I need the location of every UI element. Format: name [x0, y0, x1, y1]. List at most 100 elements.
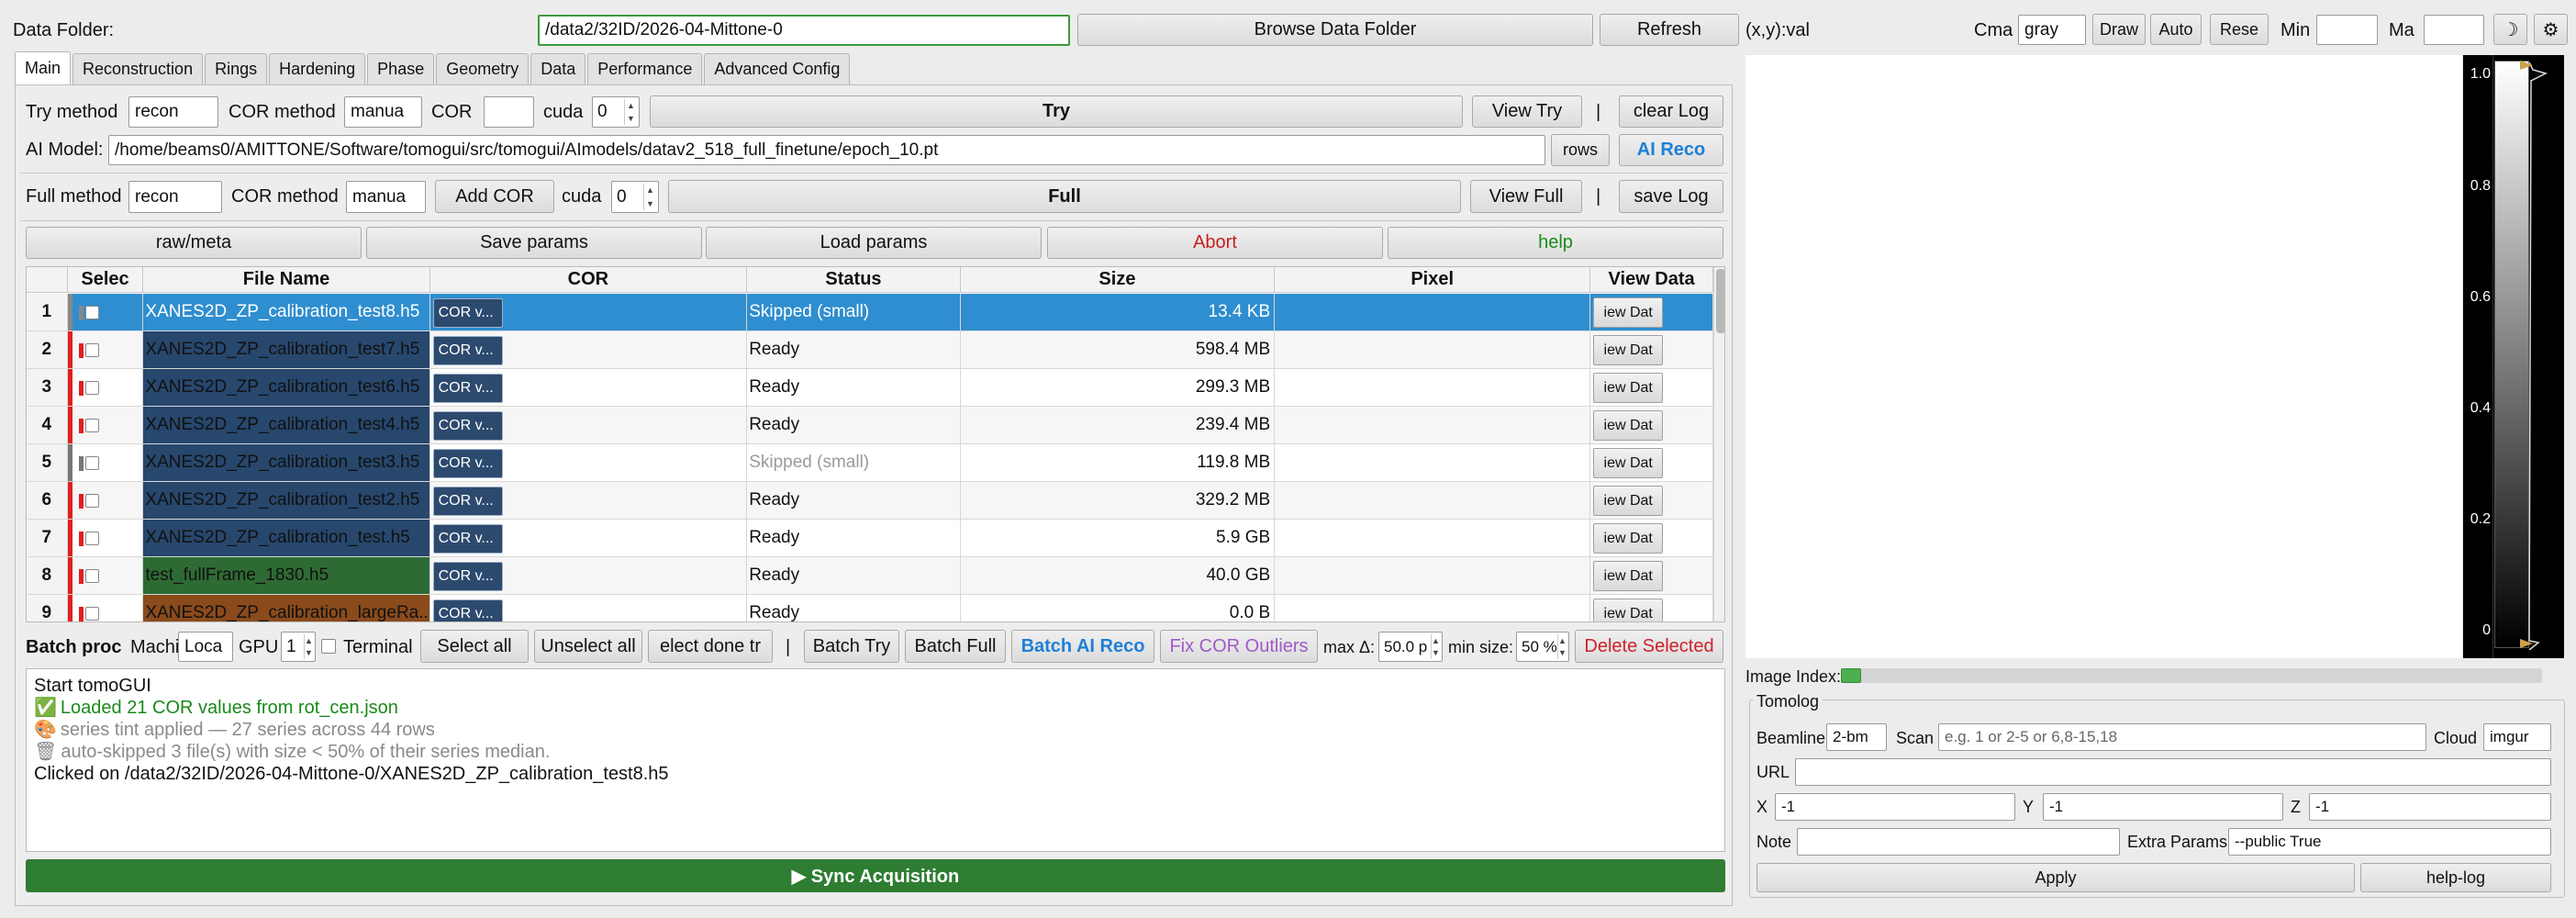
ai-model-browse-button[interactable]: rows	[1551, 134, 1610, 166]
delete-selected-button[interactable]: Delete Selected	[1575, 630, 1723, 663]
view-data-button[interactable]: iew Dat	[1593, 561, 1664, 591]
cor-view-button[interactable]: COR v...	[432, 599, 503, 621]
cor-view-button[interactable]: COR v...	[432, 298, 503, 328]
max-input[interactable]	[2424, 15, 2484, 45]
note-input[interactable]	[1797, 828, 2120, 856]
spin-arrows-icon[interactable]: ▲ ▼	[624, 99, 637, 125]
file-name-cell[interactable]: test_fullFrame_1830.h5	[143, 557, 430, 594]
file-name-cell[interactable]: XANES2D_ZP_calibration_test2.h5	[143, 482, 430, 519]
table-row[interactable]: 3 XANES2D_ZP_calibration_test6.h5 COR v...…	[27, 369, 1724, 407]
row-checkbox[interactable]	[84, 532, 99, 545]
table-row[interactable]: 2 XANES2D_ZP_calibration_test7.h5 COR v...…	[27, 331, 1724, 369]
settings-button[interactable]: ⚙	[2534, 14, 2568, 45]
column-header-view-data[interactable]: View Data	[1590, 267, 1713, 293]
help-button[interactable]: help	[1388, 227, 1723, 259]
select-all-button[interactable]: Select all	[420, 630, 529, 663]
save-params-button[interactable]: Save params	[366, 227, 702, 259]
apply-button[interactable]: Apply	[1756, 863, 2355, 892]
raw-meta-button[interactable]: raw/meta	[26, 227, 362, 259]
image-index-slider-handle[interactable]	[1841, 668, 1861, 683]
spin-arrows-icon[interactable]: ▲ ▼	[304, 634, 313, 659]
min-size-spinbox[interactable]: 50 % ▲ ▼	[1516, 632, 1569, 662]
row-checkbox[interactable]	[84, 607, 99, 621]
tab-main[interactable]: Main	[15, 51, 72, 84]
beamline-input[interactable]: 2-bm	[1826, 723, 1887, 751]
tab-advanced-config[interactable]: Advanced Config	[704, 53, 851, 84]
tab-hardening[interactable]: Hardening	[269, 53, 366, 84]
cor-view-button[interactable]: COR v...	[432, 487, 503, 516]
full-method-input[interactable]: recon	[128, 181, 222, 213]
view-data-button[interactable]: iew Dat	[1593, 410, 1664, 441]
table-row[interactable]: 4 XANES2D_ZP_calibration_test4.h5 COR v...…	[27, 407, 1724, 444]
view-data-button[interactable]: iew Dat	[1593, 523, 1664, 554]
cor-view-button[interactable]: COR v...	[432, 411, 503, 441]
spin-arrows-icon[interactable]: ▲ ▼	[1557, 634, 1567, 659]
refresh-button[interactable]: Refresh	[1600, 14, 1739, 46]
extra-params-input[interactable]: --public True	[2228, 828, 2551, 856]
column-header-size[interactable]: Size	[960, 267, 1276, 293]
ai-reco-button[interactable]: AI Reco	[1619, 134, 1723, 166]
reset-button[interactable]: Rese	[2210, 14, 2269, 45]
unselect-all-button[interactable]: Unselect all	[534, 630, 642, 663]
view-data-button[interactable]: iew Dat	[1593, 373, 1664, 403]
file-name-cell[interactable]: XANES2D_ZP_calibration_test6.h5	[143, 369, 430, 406]
cor-view-button[interactable]: COR v...	[432, 449, 503, 478]
tab-rings[interactable]: Rings	[205, 53, 268, 84]
help-log-button[interactable]: help-log	[2360, 863, 2551, 892]
view-data-button[interactable]: iew Dat	[1593, 297, 1664, 328]
auto-button[interactable]: Auto	[2150, 14, 2202, 45]
try-button[interactable]: Try	[650, 95, 1463, 128]
table-row[interactable]: 5 XANES2D_ZP_calibration_test3.h5 COR v...…	[27, 444, 1724, 482]
view-data-button[interactable]: iew Dat	[1593, 448, 1664, 478]
view-data-button[interactable]: iew Dat	[1593, 599, 1664, 621]
file-name-cell[interactable]: XANES2D_ZP_calibration_test3.h5	[143, 444, 430, 481]
table-row[interactable]: 9 XANES2D_ZP_calibration_largeRa... COR v.…	[27, 595, 1724, 621]
full-cuda-spinbox[interactable]: 0 ▲ ▼	[611, 181, 659, 213]
file-name-cell[interactable]: XANES2D_ZP_calibration_test8.h5	[143, 294, 430, 330]
batch-full-button[interactable]: Batch Full	[905, 630, 1006, 663]
table-row[interactable]: 6 XANES2D_ZP_calibration_test2.h5 COR v...…	[27, 482, 1724, 520]
clear-log-button[interactable]: clear Log	[1619, 95, 1723, 128]
batch-try-button[interactable]: Batch Try	[804, 630, 899, 663]
data-folder-input[interactable]: /data2/32ID/2026-04-Mittone-0	[538, 15, 1070, 46]
select-done-button[interactable]: elect done tr	[648, 630, 773, 663]
scan-input[interactable]: e.g. 1 or 2-5 or 6,8-15,18	[1938, 723, 2426, 751]
dark-mode-button[interactable]: ☽	[2493, 14, 2527, 45]
image-canvas[interactable]	[1745, 55, 2462, 658]
min-input[interactable]	[2316, 15, 2378, 45]
column-header-status[interactable]: Status	[747, 267, 961, 293]
cor-view-button[interactable]: COR v...	[432, 524, 503, 554]
tab-performance[interactable]: Performance	[587, 53, 703, 84]
table-row[interactable]: 7 XANES2D_ZP_calibration_test.h5 COR v... R…	[27, 520, 1724, 557]
url-input[interactable]	[1795, 758, 2551, 786]
tab-reconstruction[interactable]: Reconstruction	[72, 53, 204, 84]
view-data-button[interactable]: iew Dat	[1593, 486, 1664, 516]
view-data-button[interactable]: iew Dat	[1593, 335, 1664, 365]
spin-arrows-icon[interactable]: ▲ ▼	[643, 184, 656, 210]
x-input[interactable]: -1	[1775, 793, 2015, 821]
column-header-file-name[interactable]: File Name	[143, 267, 430, 293]
row-checkbox[interactable]	[84, 494, 99, 508]
abort-button[interactable]: Abort	[1047, 227, 1383, 259]
table-row[interactable]: 1 XANES2D_ZP_calibration_test8.h5 COR v...…	[27, 294, 1724, 331]
row-checkbox[interactable]	[84, 456, 99, 470]
file-name-cell[interactable]: XANES2D_ZP_calibration_largeRa...	[143, 595, 430, 621]
tab-data[interactable]: Data	[530, 53, 586, 84]
y-input[interactable]: -1	[2043, 793, 2283, 821]
load-params-button[interactable]: Load params	[706, 227, 1042, 259]
cor-view-button[interactable]: COR v...	[432, 374, 503, 403]
full-button[interactable]: Full	[668, 180, 1461, 213]
cloud-input[interactable]: imgur	[2483, 723, 2551, 751]
z-input[interactable]: -1	[2309, 793, 2551, 821]
row-checkbox[interactable]	[84, 306, 99, 319]
try-cuda-spinbox[interactable]: 0 ▲ ▼	[592, 96, 640, 128]
row-checkbox[interactable]	[84, 569, 99, 583]
machine-input[interactable]: Loca	[178, 632, 233, 662]
column-header-cor[interactable]: COR	[429, 267, 748, 293]
browse-data-folder-button[interactable]: Browse Data Folder	[1077, 14, 1593, 46]
log-panel[interactable]: Start tomoGUI ✅ Loaded 21 COR values from …	[26, 668, 1725, 852]
column-header-pixel[interactable]: Pixel	[1275, 267, 1591, 293]
row-checkbox[interactable]	[84, 419, 99, 432]
cmap-input[interactable]: gray	[2018, 15, 2086, 45]
file-name-cell[interactable]: XANES2D_ZP_calibration_test7.h5	[143, 331, 430, 368]
